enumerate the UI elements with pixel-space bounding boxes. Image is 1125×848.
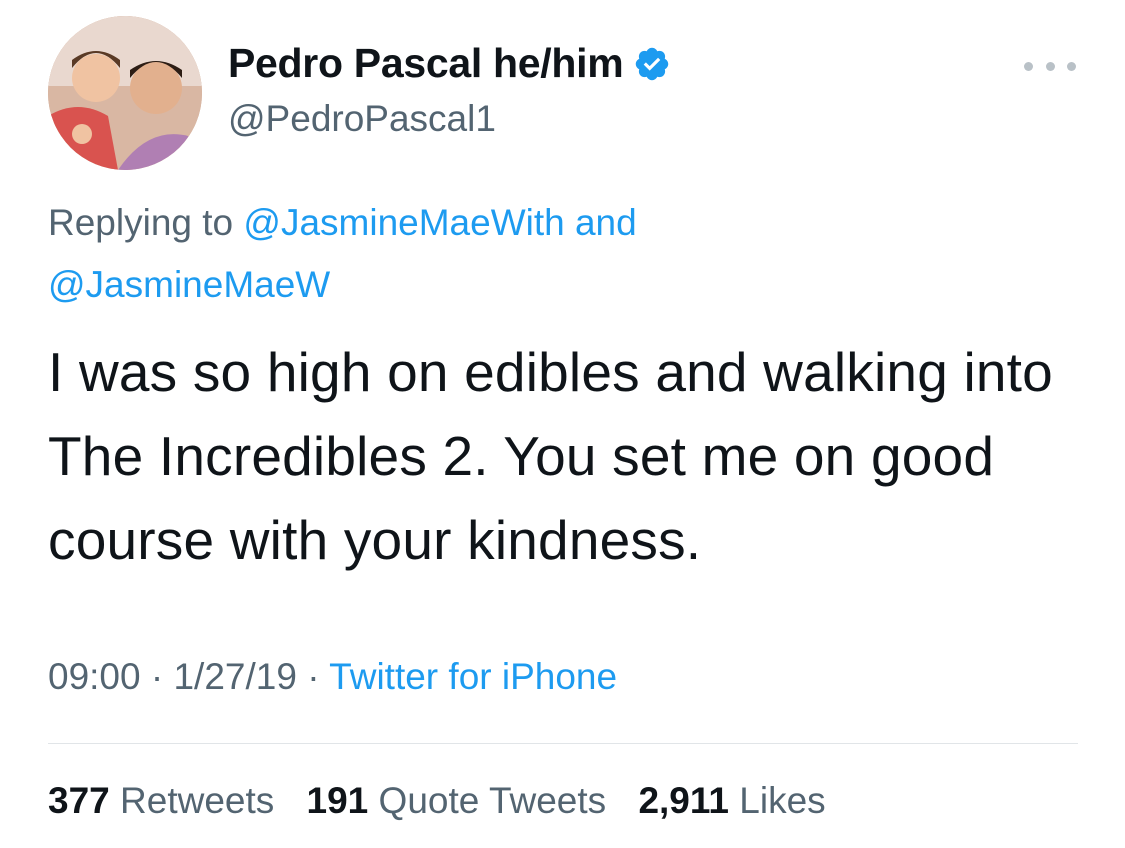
quote-tweets-stat[interactable]: 191 Quote Tweets [307,780,607,821]
author-display-name[interactable]: Pedro Pascal he/him [228,40,671,87]
verified-badge-icon [633,45,671,83]
quotes-label: Quote Tweets [378,780,607,821]
reply-context: Replying to @JasmineMaeWith and @Jasmine… [48,192,1078,316]
more-dot [1067,61,1076,71]
tweet-time[interactable]: 09:00 [48,656,141,697]
quotes-count: 191 [306,780,369,821]
meta-separator: · [307,656,320,697]
reply-mention-2[interactable]: @JasmineMaeW [48,264,330,305]
retweets-label: Retweets [120,780,275,821]
meta-separator: · [150,656,164,697]
reply-mention-1[interactable]: @JasmineMaeWith [243,202,564,243]
reply-joiner: and [574,202,637,243]
avatar[interactable] [48,16,202,170]
more-options-icon[interactable] [1024,52,1076,80]
more-dot [1024,61,1033,71]
likes-label: Likes [739,780,826,821]
tweet-date[interactable]: 1/27/19 [173,656,296,697]
likes-stat[interactable]: 2,911 Likes [638,780,825,821]
divider [48,743,1078,744]
retweets-stat[interactable]: 377 Retweets [48,780,274,821]
replying-prefix: Replying to [48,202,234,243]
author-name-text: Pedro Pascal he/him [228,40,624,86]
retweets-count: 377 [48,780,110,821]
likes-count: 2,911 [638,780,730,821]
tweet-meta: 09:00 · 1/27/19 · Twitter for iPhone [48,656,617,698]
tweet-text: I was so high on edibles and walking int… [48,341,1053,571]
more-dot [1045,61,1055,71]
tweet-source[interactable]: Twitter for iPhone [329,656,617,697]
author-handle[interactable]: @PedroPascal1 [228,98,496,140]
tweet-stats: 377 Retweets 191 Quote Tweets 2,911 Like… [48,780,848,822]
